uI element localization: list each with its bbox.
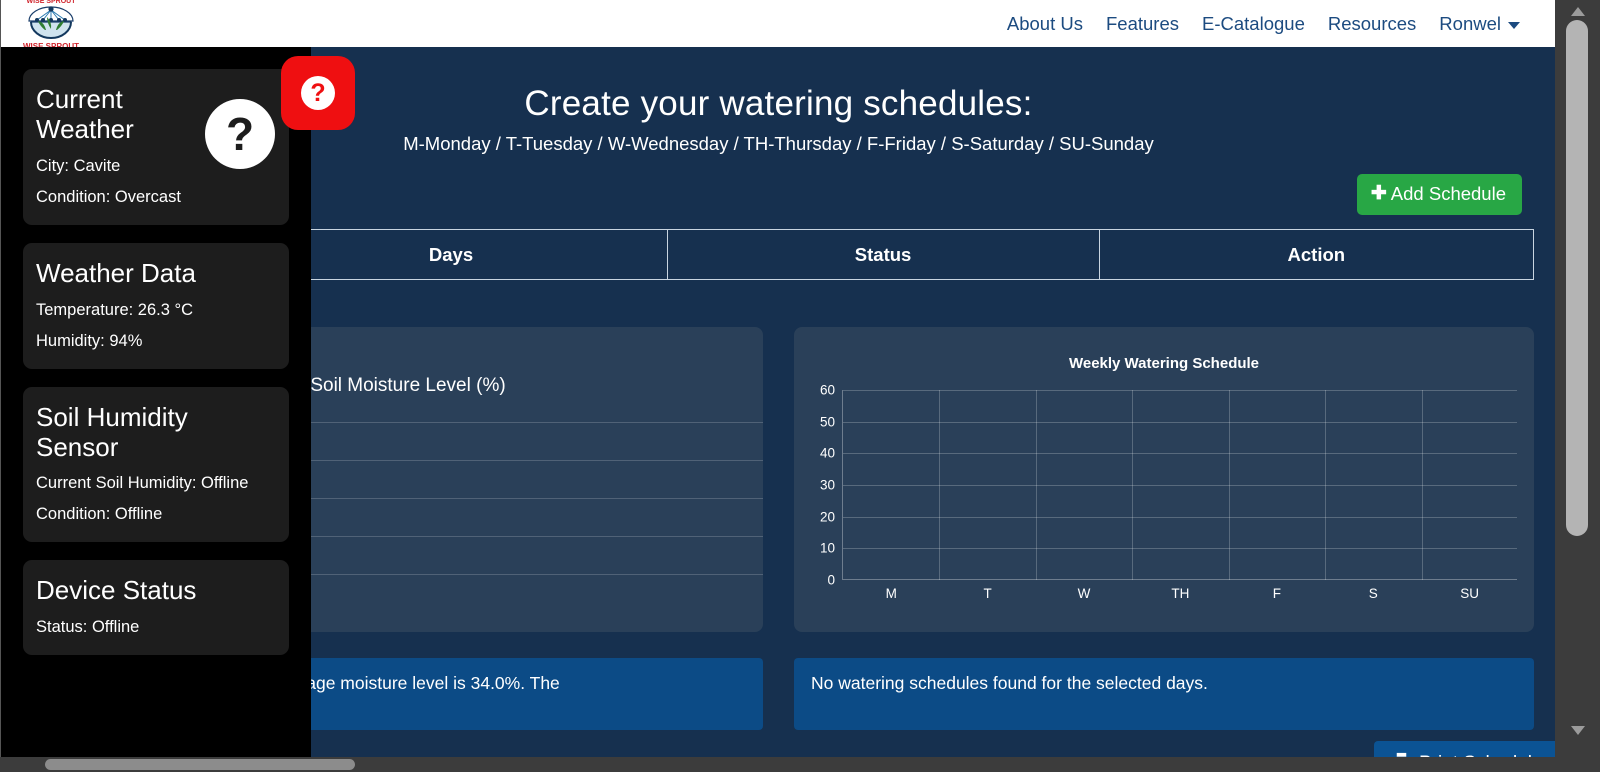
browser-viewport: WISE SPROUT WISE SPROUT About Us Feature… — [0, 0, 1555, 757]
weekly-watering-plot: 60 50 40 30 20 10 0 M T W TH F S SU — [820, 383, 1517, 612]
y-tick-60: 60 — [819, 382, 835, 398]
table-header-status: Status — [666, 229, 1100, 280]
user-menu[interactable]: Ronwel — [1439, 13, 1520, 35]
y-tick-40: 40 — [819, 445, 835, 461]
horizontal-scrollbar-thumb[interactable] — [45, 759, 355, 770]
sidebar-card-device-status: Device Status Status: Offline — [23, 560, 289, 656]
y-tick-10: 10 — [819, 540, 835, 556]
add-schedule-label: Add Schedule — [1390, 183, 1506, 204]
plus-icon: ✚ — [1370, 182, 1387, 204]
user-menu-label: Ronwel — [1439, 12, 1501, 34]
sidebar-temperature: Temperature: 26.3 °C — [36, 300, 194, 319]
nav-link-e-catalogue[interactable]: E-Catalogue — [1202, 13, 1305, 35]
x-tick-m: M — [885, 586, 897, 601]
question-mark-icon[interactable]: ? — [205, 99, 275, 169]
svg-text:WISE SPROUT: WISE SPROUT — [26, 0, 76, 5]
sidebar-current-soil-humidity: Current Soil Humidity: Offline — [36, 474, 249, 493]
y-tick-20: 20 — [819, 509, 835, 525]
y-tick-50: 50 — [819, 414, 835, 430]
horizontal-scrollbar[interactable] — [0, 757, 1600, 772]
scroll-up-arrow-icon[interactable] — [1555, 2, 1600, 20]
sidebar-card-weather-data: Weather Data Temperature: 26.3 °C Humidi… — [23, 242, 289, 369]
help-badge-button[interactable]: ? — [281, 56, 355, 130]
x-tick-th: TH — [1171, 586, 1190, 601]
sidebar-overlay: Current Weather ? City: Cavite Condition… — [1, 47, 311, 757]
top-navbar: WISE SPROUT WISE SPROUT About Us Feature… — [1, 0, 1555, 51]
sidebar-humidity: Humidity: 94% — [36, 331, 143, 350]
help-question-icon: ? — [301, 76, 335, 110]
sidebar-soil-condition: Condition: Offline — [36, 505, 163, 524]
sidebar-card-current-weather: Current Weather ? City: Cavite Condition… — [23, 69, 289, 225]
chevron-down-icon — [1508, 21, 1520, 29]
nav-links: About Us Features E-Catalogue Resources … — [1007, 0, 1520, 47]
y-tick-0: 0 — [827, 572, 835, 588]
vertical-scrollbar[interactable] — [1555, 0, 1600, 757]
print-schedule-button[interactable]: Print Schedule — [1374, 741, 1555, 757]
sidebar-card-soil-humidity-sensor: Soil Humidity Sensor Current Soil Humidi… — [23, 386, 289, 543]
x-tick-w: W — [1077, 586, 1091, 601]
add-schedule-button[interactable]: ✚ Add Schedule — [1356, 174, 1522, 215]
weekly-watering-plot-area: 60 50 40 30 20 10 0 M T W TH F S SU — [820, 383, 1517, 601]
sidebar-card-title-soil-humidity: Soil Humidity Sensor — [36, 401, 188, 462]
table-header-action: Action — [1098, 229, 1535, 280]
wise-sprout-logo-icon[interactable]: WISE SPROUT WISE SPROUT — [19, 0, 83, 52]
nav-link-features[interactable]: Features — [1106, 13, 1179, 35]
y-tick-30: 30 — [819, 477, 835, 493]
nav-link-resources[interactable]: Resources — [1328, 13, 1416, 35]
sidebar-weather-condition: Condition: Overcast — [36, 187, 181, 206]
no-schedules-alert: No watering schedules found for the sele… — [794, 658, 1534, 730]
x-tick-s: S — [1368, 586, 1378, 601]
sidebar-card-title-weather-data: Weather Data — [36, 257, 196, 288]
x-tick-su: SU — [1460, 586, 1480, 601]
weekly-watering-chart-card: Weekly Watering Schedule 60 50 40 30 20 … — [794, 327, 1534, 632]
scroll-down-arrow-icon[interactable] — [1555, 721, 1600, 739]
nav-link-about-us[interactable]: About Us — [1007, 13, 1083, 35]
legend-label-soil-moisture: Soil Moisture Level (%) — [310, 375, 506, 396]
weekly-watering-chart-title: Weekly Watering Schedule — [1068, 355, 1260, 372]
x-tick-t: T — [983, 586, 992, 601]
sidebar-device-status: Status: Offline — [36, 618, 140, 637]
x-tick-f: F — [1272, 586, 1282, 601]
sidebar-card-title-current-weather: Current Weather — [36, 84, 134, 144]
vertical-scrollbar-thumb[interactable] — [1566, 20, 1588, 536]
screen: WISE SPROUT WISE SPROUT About Us Feature… — [0, 0, 1600, 772]
sidebar-card-title-device-status: Device Status — [36, 575, 197, 606]
